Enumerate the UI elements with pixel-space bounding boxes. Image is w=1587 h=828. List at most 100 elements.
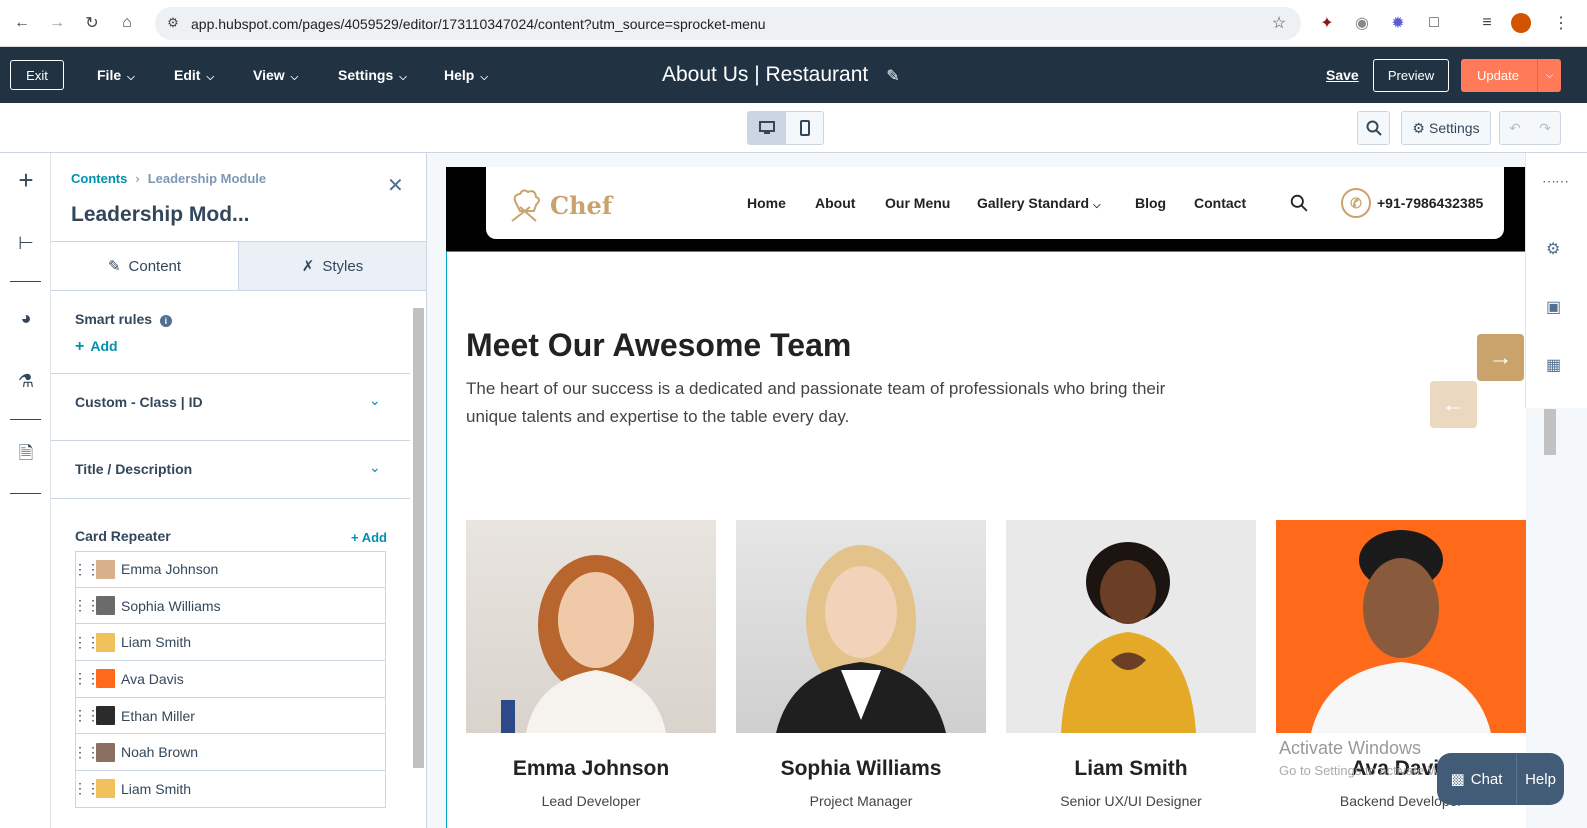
preview-button[interactable]: Preview [1373,59,1449,92]
scrollbar-thumb[interactable] [413,308,424,768]
reload-icon[interactable]: ↻ [80,11,104,35]
layers-icon[interactable]: ⊢ [13,230,39,256]
arrow-left-icon[interactable]: ← [1430,381,1477,428]
avatar [96,706,115,726]
list-item[interactable]: ⋮⋮ Sophia Williams [73,587,386,625]
drag-handle-icon[interactable]: ⋮⋮ [73,707,100,724]
speedometer-icon[interactable]: ◕ [13,305,39,331]
team-photo [1006,520,1256,733]
left-rail: + ⊢ ◕ ⚗ 🗎 [0,153,51,828]
menu-settings[interactable]: Settings ⌵ [338,67,407,83]
site-nav-our-menu[interactable]: Our Menu [885,195,950,211]
drag-handle-icon[interactable]: ⋮⋮ [73,561,100,578]
right-tools-rail: ⋯⋯ ⚙ ▣ ▦ [1525,153,1587,408]
camera-icon[interactable]: ◉ [1350,11,1374,35]
canvas-scrollbar[interactable] [1544,403,1558,463]
arrow-right-icon[interactable]: → [1477,334,1524,381]
calendar-icon[interactable]: ▦ [1546,355,1561,375]
team-card[interactable]: Liam Smith Senior UX/UI Designer [1006,520,1256,809]
back-icon[interactable]: ← [10,11,34,35]
tab-styles[interactable]: ✗ Styles [238,242,426,290]
page-title[interactable]: About Us | Restaurant ✎ [662,63,900,87]
robot-icon[interactable]: ⚙ [1546,239,1560,259]
menu-help[interactable]: Help ⌵ [444,67,488,83]
phone-contact[interactable]: ✆ +91-7986432385 [1341,188,1483,218]
media-icon[interactable]: ≡ [1475,11,1499,35]
undo-icon[interactable]: ↶ [1500,112,1530,144]
menu-edit[interactable]: Edit ⌵ [174,67,214,83]
site-nav-about[interactable]: About [815,195,855,211]
chevron-down-icon: ⌵ [1092,200,1101,211]
tools-icon: ✗ [301,258,315,275]
avatar [96,596,115,616]
menu-view[interactable]: View ⌵ [253,67,298,83]
site-nav-home[interactable]: Home [747,195,786,211]
site-nav-blog[interactable]: Blog [1135,195,1166,211]
search-button[interactable] [1357,111,1390,145]
drag-handle-icon[interactable]: ⋮⋮ [73,634,100,651]
pencil-icon[interactable]: ✎ [886,68,899,85]
settings-button[interactable]: ⚙ Settings [1401,111,1491,145]
chevron-down-icon: ⌵ [127,72,135,83]
exit-button[interactable]: Exit [10,60,64,90]
site-info-icon[interactable]: ⚙ [161,11,185,35]
accordion-title-description[interactable]: Title / Description ⌄ [51,440,410,498]
list-item[interactable]: ⋮⋮ Liam Smith [73,624,386,662]
drag-handle-icon[interactable]: ⋮⋮ [73,670,100,687]
desktop-icon [758,121,775,134]
window-icon[interactable]: ▣ [1546,297,1561,317]
tab-content[interactable]: ✎ Content [51,242,238,290]
list-item[interactable]: ⋮⋮ Noah Brown [73,734,386,772]
scrollbar-thumb[interactable] [1544,409,1556,455]
mobile-view-button[interactable] [785,111,824,145]
extension-icon[interactable]: ✦ [1315,11,1339,35]
add-icon[interactable]: + [13,165,39,195]
add-card-button[interactable]: + Add [351,530,387,545]
site-nav-gallery[interactable]: Gallery Standard ⌵ [977,195,1101,211]
save-button[interactable]: Save [1326,67,1359,83]
pencil-icon: ✎ [107,258,121,275]
desktop-view-button[interactable] [747,111,786,145]
menu-dots-icon[interactable]: ⋮ [1549,11,1573,35]
extensions-puzzle-icon[interactable]: □ [1422,11,1446,35]
forward-icon[interactable]: → [45,11,69,35]
rail-divider [10,493,41,494]
chevron-down-icon: ⌄ [369,459,381,475]
home-icon[interactable]: ⌂ [115,11,139,35]
list-item[interactable]: ⋮⋮ Ava Davis [73,661,386,698]
address-bar[interactable]: ⚙ app.hubspot.com/pages/4059529/editor/1… [155,7,1301,40]
drag-handle-icon[interactable]: ⋮⋮ [73,780,100,797]
chevron-down-icon: ⌵ [290,72,299,83]
list-item[interactable]: ⋮⋮ Emma Johnson [73,551,386,588]
update-button[interactable]: Update ⌵ [1461,59,1561,92]
search-icon[interactable] [1290,194,1308,212]
chevron-down-icon[interactable]: ⌵ [1537,59,1561,92]
accordion-custom-class-id[interactable]: Custom - Class | ID ⌄ [51,373,410,431]
extension-icon[interactable]: ✹ [1386,11,1410,35]
team-card[interactable]: Emma Johnson Lead Developer [466,520,716,809]
breadcrumb-root[interactable]: Contents [71,171,127,186]
team-card[interactable]: Sophia Williams Project Manager [736,520,986,809]
help-button[interactable]: Help [1516,753,1564,805]
menu-file[interactable]: File ⌵ [97,67,135,83]
document-icon[interactable]: 🗎 [13,443,39,469]
portrait-image [1311,530,1491,733]
site-logo[interactable]: Chef [506,185,612,225]
member-role: Lead Developer [541,793,641,809]
portrait-image [776,545,946,733]
close-icon[interactable]: ✕ [387,173,404,198]
editor-toolbar: ⚙ Settings ↶ ↷ [0,103,1587,153]
bookmark-star-icon[interactable]: ☆ [1267,11,1291,35]
list-item[interactable]: ⋮⋮ Ethan Miller [73,697,386,735]
info-icon[interactable]: i [159,315,172,327]
grid-dots-icon[interactable]: ⋯⋯ [1542,173,1569,190]
profile-avatar[interactable] [1511,13,1531,33]
flask-icon[interactable]: ⚗ [13,368,39,394]
add-smart-rule-button[interactable]: + Add [75,338,118,356]
drag-handle-icon[interactable]: ⋮⋮ [73,744,100,761]
redo-icon[interactable]: ↷ [1530,112,1560,144]
drag-handle-icon[interactable]: ⋮⋮ [73,597,100,614]
chat-button[interactable]: ▩ Chat [1437,753,1516,805]
site-nav-contact[interactable]: Contact [1194,195,1246,211]
list-item[interactable]: ⋮⋮ Liam Smith [73,771,386,808]
